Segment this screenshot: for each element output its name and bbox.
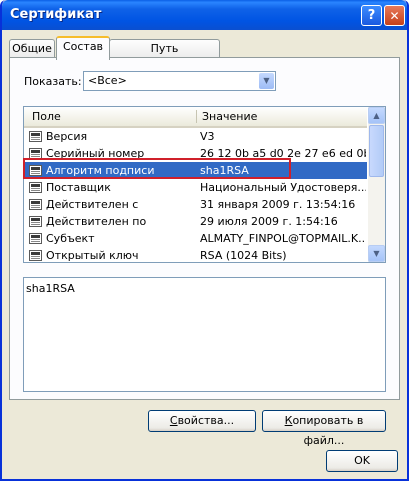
list-item[interactable]: Поставщик Национальный Удостоверя... bbox=[24, 179, 367, 196]
list-item[interactable]: Открытый ключ RSA (1024 Bits) bbox=[24, 247, 367, 262]
field-icon bbox=[29, 233, 42, 244]
field-icon bbox=[29, 199, 42, 210]
question-icon: ? bbox=[367, 8, 376, 23]
title-bar[interactable]: Сертификат ? ✕ bbox=[2, 0, 407, 30]
ok-button[interactable]: OK bbox=[326, 450, 398, 472]
field-value: ALMATY_FINPOL@TOPMAIL.K... bbox=[200, 232, 366, 245]
list-item[interactable]: Действителен по 29 июля 2009 г. 1:54:16 bbox=[24, 213, 367, 230]
field-icon bbox=[29, 131, 42, 142]
tab-details[interactable]: Состав bbox=[56, 36, 110, 60]
column-header-field[interactable]: Поле bbox=[32, 110, 61, 123]
window-title: Сертификат bbox=[10, 7, 102, 22]
copy-to-file-button[interactable]: Копировать в файл... bbox=[262, 410, 386, 447]
field-value: 31 января 2009 г. 13:54:16 bbox=[200, 198, 356, 211]
properties-button[interactable]: Свойства... bbox=[148, 410, 256, 432]
field-icon bbox=[29, 250, 42, 261]
button-label-accesskey: С bbox=[169, 414, 178, 427]
button-label-part: войства... bbox=[177, 414, 235, 427]
tab-certification-path[interactable]: Путь сертификации bbox=[109, 39, 220, 73]
chevron-up-icon: ▲ bbox=[373, 111, 380, 120]
list-item[interactable]: Субъект ALMATY_FINPOL@TOPMAIL.K... bbox=[24, 230, 367, 247]
chevron-down-icon[interactable]: ▼ bbox=[259, 73, 274, 89]
show-dropdown-value: <Все> bbox=[88, 74, 127, 87]
field-value: V3 bbox=[200, 130, 215, 143]
field-value: RSA (1024 Bits) bbox=[200, 249, 287, 262]
field-name: Действителен с bbox=[46, 198, 139, 211]
scroll-up-button[interactable]: ▲ bbox=[368, 107, 385, 124]
close-icon: ✕ bbox=[389, 8, 400, 23]
close-button[interactable]: ✕ bbox=[384, 5, 405, 26]
fields-list[interactable]: Поле Значение Версия V3 Серийный номер 2… bbox=[23, 106, 386, 263]
list-scrollbar[interactable]: ▲ ▼ bbox=[368, 107, 385, 262]
field-value: Национальный Удостоверя... bbox=[200, 181, 366, 194]
field-icon bbox=[29, 216, 42, 227]
field-icon bbox=[29, 182, 42, 193]
chevron-down-icon: ▼ bbox=[373, 249, 380, 258]
show-label: Показать: bbox=[24, 75, 82, 88]
scroll-thumb[interactable] bbox=[369, 125, 384, 177]
field-name: Открытый ключ bbox=[46, 249, 139, 262]
field-name: Действителен по bbox=[46, 215, 147, 228]
list-header: Поле Значение bbox=[24, 107, 367, 128]
column-divider[interactable] bbox=[196, 110, 197, 123]
column-header-value[interactable]: Значение bbox=[202, 110, 257, 123]
field-detail-box[interactable]: sha1RSA bbox=[23, 277, 386, 392]
show-dropdown[interactable]: <Все> ▼ bbox=[83, 71, 276, 91]
help-button[interactable]: ? bbox=[361, 5, 382, 26]
scroll-down-button[interactable]: ▼ bbox=[368, 245, 385, 262]
field-detail-text: sha1RSA bbox=[26, 282, 75, 295]
tab-general[interactable]: Общие bbox=[9, 39, 55, 58]
field-value: 29 июля 2009 г. 1:54:16 bbox=[200, 215, 338, 228]
field-name: Версия bbox=[46, 130, 88, 143]
field-name: Субъект bbox=[46, 232, 95, 245]
field-name: Поставщик bbox=[46, 181, 111, 194]
list-item[interactable]: Версия V3 bbox=[24, 128, 367, 145]
list-item[interactable]: Действителен с 31 января 2009 г. 13:54:1… bbox=[24, 196, 367, 213]
selection-highlight-annotation bbox=[23, 158, 291, 179]
